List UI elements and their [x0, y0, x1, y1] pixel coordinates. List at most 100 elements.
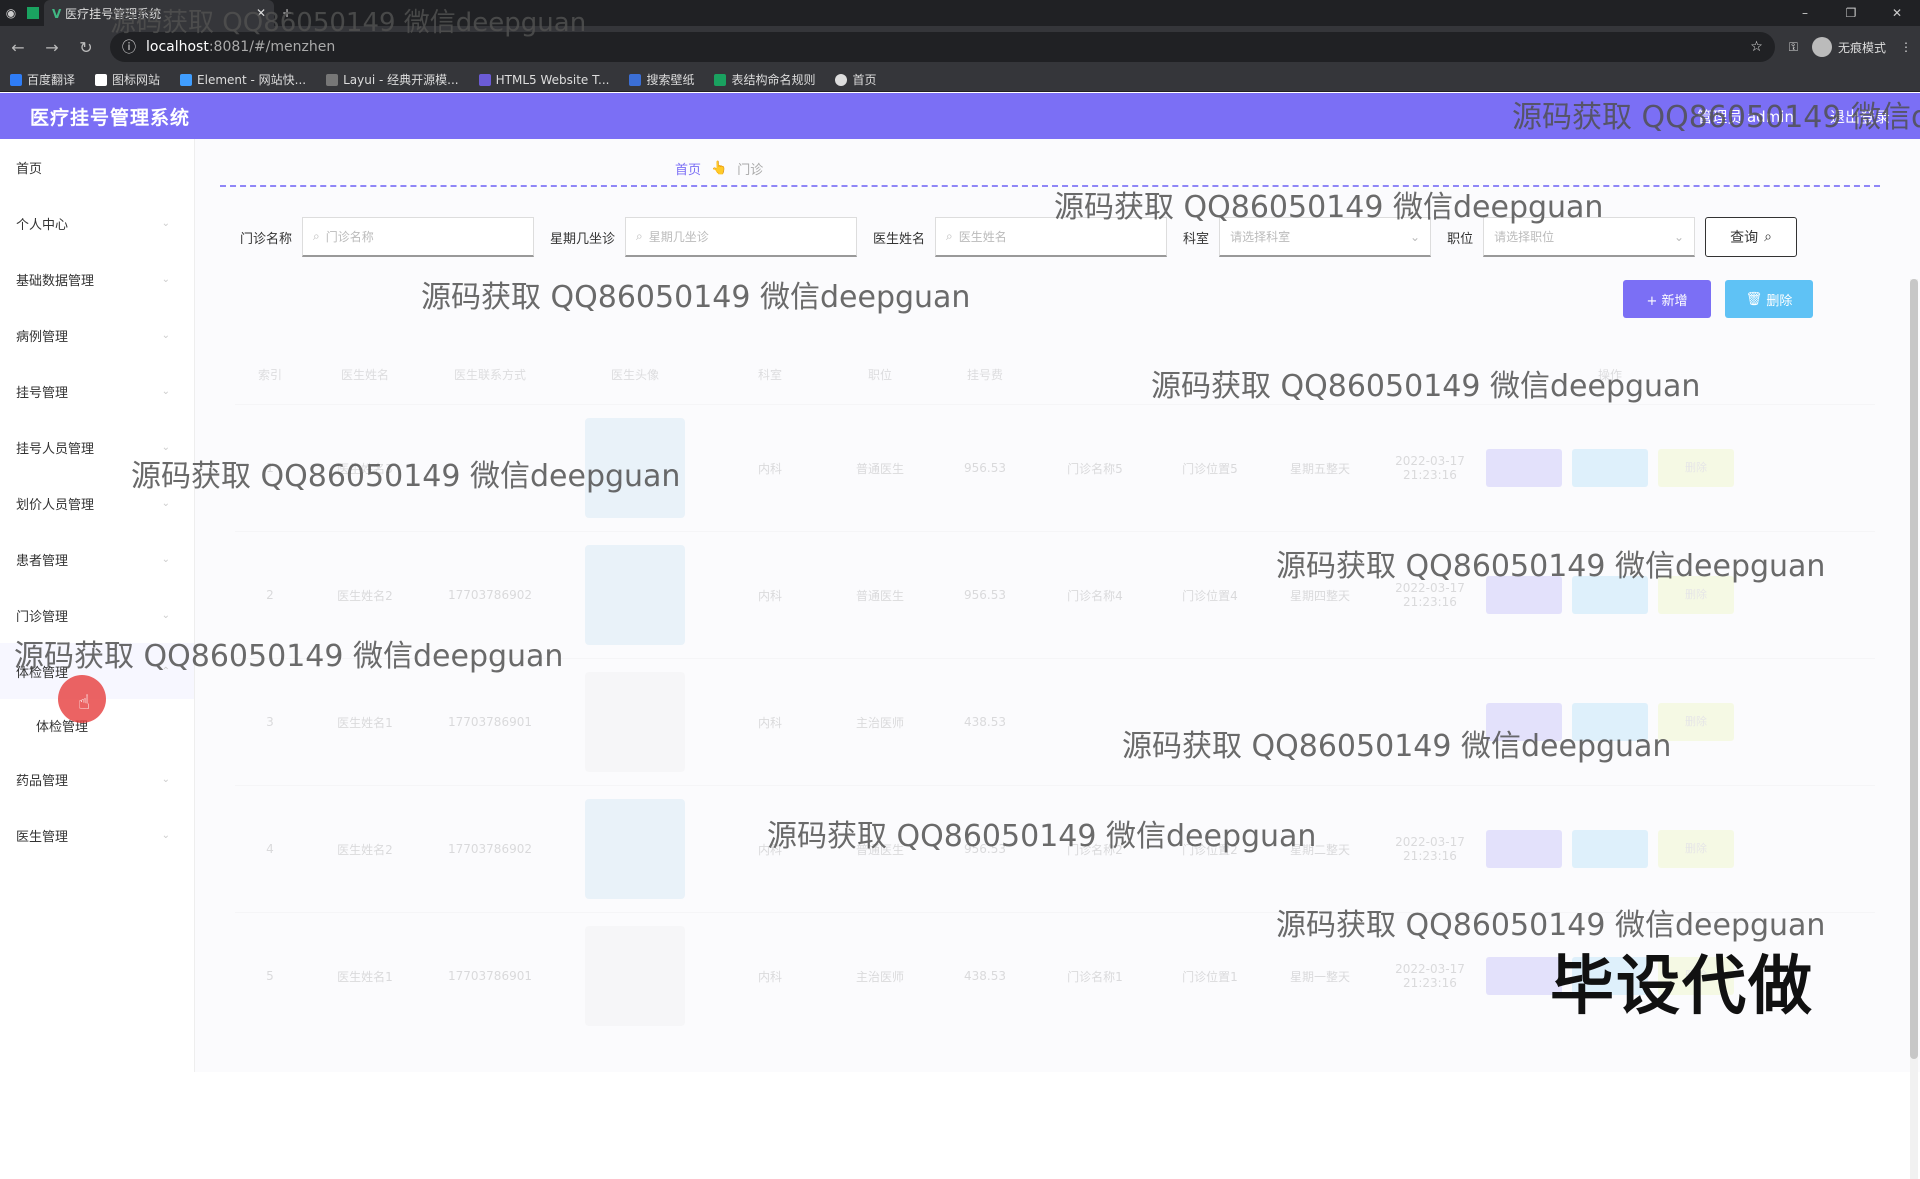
reload-icon[interactable]: ↻ [76, 38, 96, 57]
row-delete-button[interactable]: 删除 [1658, 576, 1734, 614]
sidebar-item-label: 医生管理 [16, 829, 69, 845]
cell-clinic: 门诊名称4 [1067, 588, 1123, 603]
sidebar: 首页 个人中心 ⌄ 基础数据管理 ⌄ 病例管理 ⌄ 挂号管理 ⌄ 挂号人员管理 ⌄ 划价人… [0, 139, 195, 1072]
sidebar-item-home[interactable]: 首页 [0, 139, 194, 195]
layui-icon [326, 73, 339, 86]
bookmark-item[interactable]: 百度翻译 [10, 71, 75, 88]
sidebar-item-registration[interactable]: 挂号管理 ⌄ [0, 363, 194, 419]
cell-time: 2022-03-17 21:23:16 [1395, 581, 1465, 609]
cell-time: 2022-03-17 21:23:16 [1395, 454, 1465, 482]
sidebar-item-base-data[interactable]: 基础数据管理 ⌄ [0, 251, 194, 307]
wallpaper-icon [629, 73, 642, 86]
sidebar-item-doctors[interactable]: 医生管理 ⌄ [0, 807, 194, 863]
cell-time: 2022-03-17 21:23:16 [1395, 962, 1465, 990]
menu-dots-icon[interactable]: ⋮ [1900, 40, 1912, 54]
column-header[interactable]: 科室 [715, 366, 825, 383]
sidebar-item-profile[interactable]: 个人中心 ⌄ [0, 195, 194, 251]
cell-name: 医生姓名1 [337, 969, 393, 984]
sidebar-item-patients[interactable]: 患者管理 ⌄ [0, 531, 194, 587]
column-header[interactable]: 医生姓名 [305, 366, 425, 383]
page-scrollbar[interactable] [1910, 279, 1918, 1179]
row-delete-button[interactable]: 删除 [1658, 830, 1734, 868]
row-edit-button[interactable] [1572, 703, 1648, 741]
minimize-icon[interactable]: – [1782, 0, 1828, 26]
sidebar-item-cases[interactable]: 病例管理 ⌄ [0, 307, 194, 363]
cell-pos: 普通医生 [855, 461, 904, 476]
sidebar-item-pricers[interactable]: 划价人员管理 ⌄ [0, 475, 194, 531]
row-delete-button[interactable]: 删除 [1658, 703, 1734, 741]
row-detail-button[interactable] [1486, 449, 1562, 487]
cell-name: 医生姓名2 [337, 588, 393, 603]
column-header[interactable]: 医生头像 [555, 366, 715, 383]
search-icon: ⌕ [313, 229, 320, 243]
green-tab-icon[interactable] [22, 2, 44, 24]
dept-label: 科室 [1183, 231, 1210, 247]
bookmark-item[interactable]: 图标网站 [95, 71, 160, 88]
bookmark-label: 百度翻译 [27, 73, 76, 87]
bookmark-item[interactable]: Element - 网站快... [180, 71, 306, 88]
back-icon[interactable]: ← [8, 38, 28, 57]
doctor-name-input[interactable]: ⌕ 医生姓名 [935, 217, 1168, 257]
row-detail-button[interactable] [1486, 703, 1562, 741]
scrollbar-thumb[interactable] [1910, 279, 1918, 1059]
info-icon[interactable]: ⓘ [122, 37, 136, 57]
dept-select[interactable]: 请选择科室 ⌄ [1219, 217, 1432, 257]
row-edit-button[interactable] [1572, 449, 1648, 487]
breadcrumb-current: 门诊 [737, 163, 764, 178]
column-header[interactable]: 职位 [825, 366, 935, 383]
cell-clinic: 门诊名称2 [1067, 842, 1123, 857]
bookmark-label: 首页 [852, 73, 877, 87]
sidebar-item-drugs[interactable]: 药品管理 ⌄ [0, 751, 194, 807]
close-tab-icon[interactable]: ✕ [256, 6, 266, 20]
row-actions: 删除 [1485, 703, 1735, 741]
row-delete-button[interactable]: 删除 [1658, 449, 1734, 487]
bookmark-item[interactable]: Layui - 经典开源模... [326, 71, 459, 88]
hand-cursor-icon: ☝ [78, 690, 91, 714]
row-actions: 删除 [1485, 830, 1735, 868]
bookmark-item[interactable]: HTML5 Website T... [478, 73, 609, 87]
table-row: 2 医生姓名2 17703786902 内科 普通医生 956.53 门诊名称4 门诊位置4 星… [235, 531, 1875, 658]
cell-pos: 普通医生 [855, 842, 904, 857]
close-window-icon[interactable]: ✕ [1874, 0, 1920, 26]
new-tab-button[interactable]: + [274, 0, 300, 26]
key-icon[interactable]: ⚿ [1789, 40, 1798, 55]
column-header[interactable]: 挂号费 [935, 366, 1035, 383]
search-icon: ⌕ [1764, 229, 1772, 245]
logout-link[interactable]: 退出登录 [1830, 106, 1890, 127]
bookmarks-bar: 百度翻译 图标网站 Element - 网站快... Layui - 经典开源模… [0, 68, 1920, 92]
query-button[interactable]: 查询 ⌕ [1705, 217, 1798, 257]
clinic-name-input[interactable]: ⌕ 门诊名称 [302, 217, 535, 257]
sidebar-item-label: 首页 [16, 161, 43, 177]
active-tab[interactable]: V 医疗挂号管理系统 ✕ [44, 0, 274, 26]
chevron-down-icon: ⌄ [1410, 229, 1421, 244]
bookmark-item[interactable]: 搜索壁纸 [629, 71, 694, 88]
column-header[interactable]: 医生联系方式 [425, 366, 555, 383]
row-detail-button[interactable] [1486, 576, 1562, 614]
position-select[interactable]: 请选择职位 ⌄ [1483, 217, 1696, 257]
batch-delete-button[interactable]: 🗑 删除 [1725, 280, 1813, 318]
forward-icon[interactable]: → [42, 38, 62, 57]
sidebar-item-registrars[interactable]: 挂号人员管理 ⌄ [0, 419, 194, 475]
flag-icon [95, 73, 108, 86]
url-field[interactable]: ⓘ localhost:8081/#/menzhen ☆ [110, 32, 1775, 62]
bookmark-item[interactable]: 表结构命名规则 [714, 71, 815, 88]
html5-icon [478, 73, 491, 86]
restore-icon[interactable]: ❐ [1828, 0, 1874, 26]
dept-placeholder: 请选择科室 [1230, 230, 1291, 244]
bookmark-item[interactable]: 首页 [835, 71, 877, 88]
doctor-name-placeholder: 医生姓名 [958, 230, 1007, 244]
row-edit-button[interactable] [1572, 830, 1648, 868]
column-header[interactable]: 索引 [235, 366, 305, 383]
position-label: 职位 [1447, 231, 1474, 247]
chevron-down-icon: ⌄ [161, 273, 170, 285]
weekday-input[interactable]: ⌕ 星期几坐诊 [625, 217, 858, 257]
row-detail-button[interactable] [1486, 830, 1562, 868]
chevron-up-icon: ⌃ [161, 665, 170, 677]
row-edit-button[interactable] [1572, 576, 1648, 614]
star-icon[interactable]: ☆ [1750, 39, 1763, 55]
sidebar-item-clinics[interactable]: 门诊管理 ⌄ [0, 587, 194, 643]
incognito-badge[interactable]: 无痕模式 [1811, 37, 1886, 57]
add-button[interactable]: + 新增 [1623, 280, 1711, 318]
cell-dept: 内科 [757, 715, 782, 730]
breadcrumb-home[interactable]: 首页 [675, 159, 701, 178]
